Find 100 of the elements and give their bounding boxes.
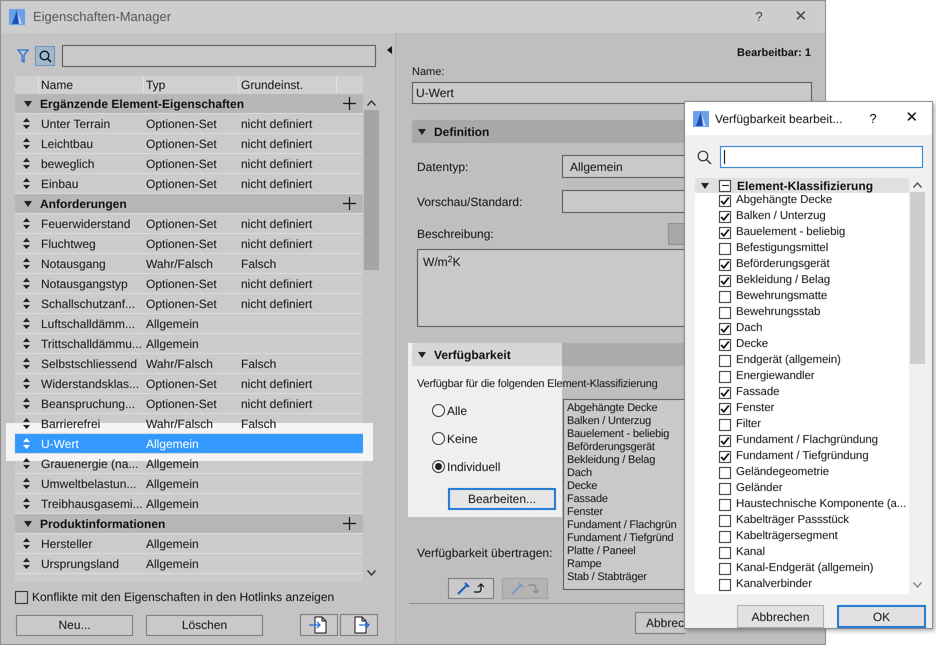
close-button[interactable]: ✕ — [791, 6, 811, 28]
checkbox[interactable] — [719, 451, 731, 463]
tree-item-label[interactable]: Geländegeometrie — [736, 464, 830, 482]
scrollbar-thumb[interactable] — [364, 110, 378, 270]
help-button[interactable]: ? — [866, 108, 880, 128]
tree-item-label[interactable]: Kanal — [736, 544, 765, 562]
property-row[interactable]: Ursprungsland Allgemein — [15, 554, 363, 574]
checkbox[interactable] — [719, 419, 731, 431]
checkbox[interactable] — [719, 371, 731, 383]
import-button[interactable] — [300, 614, 338, 636]
tree-item-label[interactable]: Bewehrungsstab — [736, 304, 820, 322]
checkbox[interactable] — [719, 483, 731, 495]
tree-item-label[interactable]: Fundament / Flachgründung — [736, 432, 878, 450]
checkbox[interactable] — [719, 387, 731, 399]
table-cell-text: Allgemein — [145, 556, 200, 572]
tree-item-label[interactable]: Kanal-Endgerät (allgemein) — [736, 560, 874, 578]
tree-item-label[interactable]: Energiewandler — [736, 368, 815, 386]
tree-item-label[interactable]: Haustechnische Komponente (a... — [736, 496, 906, 514]
checkbox[interactable] — [719, 403, 731, 415]
checkbox[interactable] — [719, 547, 731, 559]
tree-item-label[interactable]: Endgerät (allgemein) — [736, 352, 841, 370]
action-button[interactable]: Neu... — [16, 614, 133, 636]
export-button[interactable] — [340, 614, 378, 636]
tree-item-label[interactable]: Dach — [736, 320, 762, 338]
property-row[interactable]: Beanspruchung... Optionen-Set nicht definiert — [15, 394, 363, 414]
property-row[interactable]: Schallschutzanf... Optionen-Set nicht definiert — [15, 294, 363, 314]
name-field[interactable]: U-Wert — [412, 82, 812, 104]
tree-item-label[interactable]: Kabelträgersegment — [736, 528, 838, 546]
search-field[interactable] — [62, 45, 376, 67]
checkbox[interactable] — [719, 339, 731, 351]
tree-item-label[interactable]: Bewehrungsmatte — [736, 288, 828, 306]
radio-option[interactable]: Keine — [432, 430, 562, 448]
tree-item-label[interactable]: Kanalverbinder — [736, 576, 812, 594]
checkbox[interactable] — [719, 291, 731, 303]
checkbox[interactable] — [15, 590, 28, 604]
tree-item-label[interactable]: Fenster — [736, 400, 774, 418]
checkbox[interactable] — [719, 227, 731, 239]
close-button[interactable]: ✕ — [904, 107, 920, 130]
property-row[interactable]: beweglich Optionen-Set nicht definiert — [15, 154, 363, 174]
ok-button[interactable]: OK — [837, 605, 926, 628]
tree-item-label[interactable]: Fassade — [736, 384, 780, 402]
scrollbar-thumb[interactable] — [910, 192, 924, 364]
checkbox[interactable] — [719, 195, 731, 207]
description-field[interactable]: W/m$^{2}$K — [417, 249, 684, 327]
checkbox[interactable] — [719, 563, 731, 575]
checkbox[interactable] — [719, 307, 731, 319]
checkbox[interactable] — [719, 531, 731, 543]
section-header[interactable]: Definition — [412, 120, 684, 143]
checkbox[interactable] — [719, 275, 731, 287]
scroll-up-icon — [366, 100, 376, 106]
checkbox[interactable] — [719, 355, 731, 367]
tree-item-label[interactable]: Geländer — [736, 480, 783, 498]
dropdown-field[interactable]: Allgemein — [562, 155, 684, 178]
checkbox[interactable] — [719, 499, 731, 511]
table-cell-text: Einbau — [40, 176, 80, 192]
search-button[interactable] — [35, 46, 55, 66]
tree-item-label[interactable]: Filter — [736, 416, 761, 434]
property-row[interactable]: Unter Terrain Optionen-Set nicht definiert — [15, 114, 363, 134]
help-button[interactable]: ? — [749, 7, 769, 27]
property-row[interactable]: Umweltbelastun... Allgemein — [15, 474, 363, 494]
property-row[interactable]: Grauenergie (na... Allgemein — [15, 454, 363, 474]
checkbox[interactable] — [719, 515, 731, 527]
property-row[interactable]: Luftschalldämm... Allgemein — [15, 314, 363, 334]
tree-item-label[interactable]: Decke — [736, 336, 768, 354]
tree-item-label[interactable]: Kabelträger Passstück — [736, 512, 849, 530]
property-row[interactable]: Einbau Optionen-Set nicht definiert — [15, 174, 363, 194]
checkbox[interactable] — [719, 467, 731, 479]
checkbox[interactable] — [719, 180, 731, 192]
checkbox[interactable] — [719, 211, 731, 223]
search-field[interactable] — [720, 146, 923, 168]
tree-item-label[interactable]: Bauelement - beliebig — [736, 224, 846, 242]
property-row[interactable]: Notausgangstyp Optionen-Set nicht definiert — [15, 274, 363, 294]
radio-option[interactable]: Individuell — [432, 458, 562, 476]
tree-item-label[interactable]: Befestigungsmittel — [736, 240, 828, 258]
text-field[interactable] — [562, 190, 684, 213]
checkbox[interactable] — [719, 243, 731, 255]
action-button[interactable]: Löschen — [146, 614, 263, 636]
tree-item-label[interactable]: Fundament / Tiefgründung — [736, 448, 868, 466]
property-row[interactable]: Trittschalldämmu... Allgemein — [15, 334, 363, 354]
tree-item-label[interactable]: Beförderungsgerät — [736, 256, 830, 274]
edit-button[interactable]: Bearbeiten... — [448, 488, 556, 510]
property-row[interactable]: Hersteller Allgemein — [15, 534, 363, 554]
checkbox[interactable] — [719, 579, 731, 591]
cancel-button[interactable]: Abbrec — [635, 612, 685, 634]
checkbox[interactable] — [719, 435, 731, 447]
property-row[interactable]: Selbstschliessend Wahr/Falsch Falsch — [15, 354, 363, 374]
checkbox[interactable] — [719, 323, 731, 335]
radio-option[interactable]: Alle — [432, 402, 562, 420]
property-row[interactable]: Fluchtweg Optionen-Set nicht definiert — [15, 234, 363, 254]
tree-item-label[interactable]: Abgehängte Decke — [736, 192, 832, 210]
tree-item-label[interactable]: Bekleidung / Belag — [736, 272, 830, 290]
property-row[interactable]: Leichtbau Optionen-Set nicht definiert — [15, 134, 363, 154]
property-row[interactable]: Widerstandsklas... Optionen-Set nicht definiert — [15, 374, 363, 394]
section-header[interactable]: Verfügbarkeit — [412, 343, 684, 366]
property-row[interactable]: Feuerwiderstand Optionen-Set nicht definiert — [15, 214, 363, 234]
cancel-button[interactable]: Abbrechen — [737, 605, 824, 628]
property-row[interactable]: Treibhausgasemi... Allgemein — [15, 494, 363, 514]
checkbox[interactable] — [719, 259, 731, 271]
property-row[interactable]: Notausgang Wahr/Falsch Falsch — [15, 254, 363, 274]
tree-item-label[interactable]: Balken / Unterzug — [736, 208, 826, 226]
